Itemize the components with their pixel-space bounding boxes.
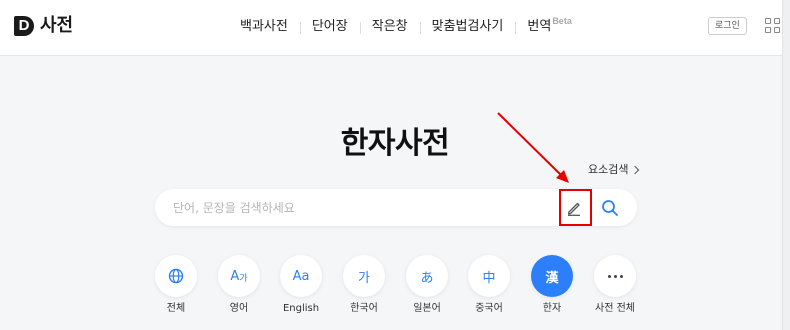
category-hanja-label: 한자	[542, 303, 562, 314]
category-japanese[interactable]: あ 일본어	[397, 255, 457, 316]
search-box	[155, 189, 637, 226]
category-english-circle: Aa	[280, 255, 322, 297]
nav-spell-checker[interactable]: 맞춤법검사기	[419, 17, 516, 37]
handwriting-button[interactable]	[560, 194, 587, 221]
scrollbar[interactable]	[782, 0, 790, 330]
login-button[interactable]: 로그인	[708, 17, 747, 35]
nav-translate[interactable]: 번역Beta	[515, 16, 583, 37]
category-all-dictionaries[interactable]: 사전 전체	[585, 255, 645, 316]
category-all[interactable]: 전체	[146, 255, 206, 316]
category-hanja[interactable]: 漢 한자	[522, 255, 582, 316]
search-input[interactable]	[173, 198, 553, 218]
category-all-dictionaries-circle	[594, 255, 636, 297]
category-english-korean-label: 영어	[229, 303, 249, 314]
header: D 사전 백과사전 단어장 작은창 맞춤법검사기 번역Beta 로그인	[0, 0, 782, 56]
beta-badge: Beta	[552, 16, 572, 26]
search-button[interactable]	[599, 197, 621, 219]
category-korean[interactable]: 가 한국어	[334, 255, 394, 316]
more-icon	[607, 274, 623, 278]
category-english-korean[interactable]: A가 영어	[209, 255, 269, 316]
category-all-label: 전체	[166, 303, 186, 314]
logo-text: 사전	[40, 15, 74, 36]
nav-small-window[interactable]: 작은창	[359, 17, 420, 37]
globe-icon	[168, 268, 184, 284]
category-all-dictionaries-label: 사전 전체	[595, 303, 635, 314]
category-japanese-label: 일본어	[413, 303, 441, 314]
logo[interactable]: D 사전	[14, 15, 73, 37]
category-english-label: English	[282, 303, 320, 314]
search-icon	[602, 200, 618, 216]
category-english[interactable]: Aa English	[271, 255, 331, 316]
nav-wordbook[interactable]: 단어장	[299, 17, 360, 37]
category-chinese-label: 중국어	[475, 303, 503, 314]
category-chinese[interactable]: 中 중국어	[459, 255, 519, 316]
top-nav: 백과사전 단어장 작은창 맞춤법검사기 번역Beta	[228, 16, 584, 37]
category-korean-label: 한국어	[350, 303, 378, 314]
page-title: 한자사전	[340, 126, 450, 161]
chevron-right-icon	[631, 165, 640, 175]
category-english-korean-circle: A가	[218, 255, 260, 297]
pen-icon	[567, 202, 580, 216]
category-korean-circle: 가	[343, 255, 385, 297]
radical-search-label: 요소검색	[588, 163, 629, 176]
category-chinese-circle: 中	[468, 255, 510, 297]
nav-translate-label: 번역	[527, 19, 552, 34]
radical-search-link[interactable]: 요소검색	[588, 162, 640, 178]
category-hanja-circle: 漢	[531, 255, 573, 297]
category-japanese-circle: あ	[406, 255, 448, 297]
logo-mark: D	[14, 16, 34, 36]
apps-grid-icon[interactable]	[765, 18, 780, 33]
nav-encyclopedia[interactable]: 백과사전	[228, 17, 300, 37]
category-all-circle	[155, 255, 197, 297]
